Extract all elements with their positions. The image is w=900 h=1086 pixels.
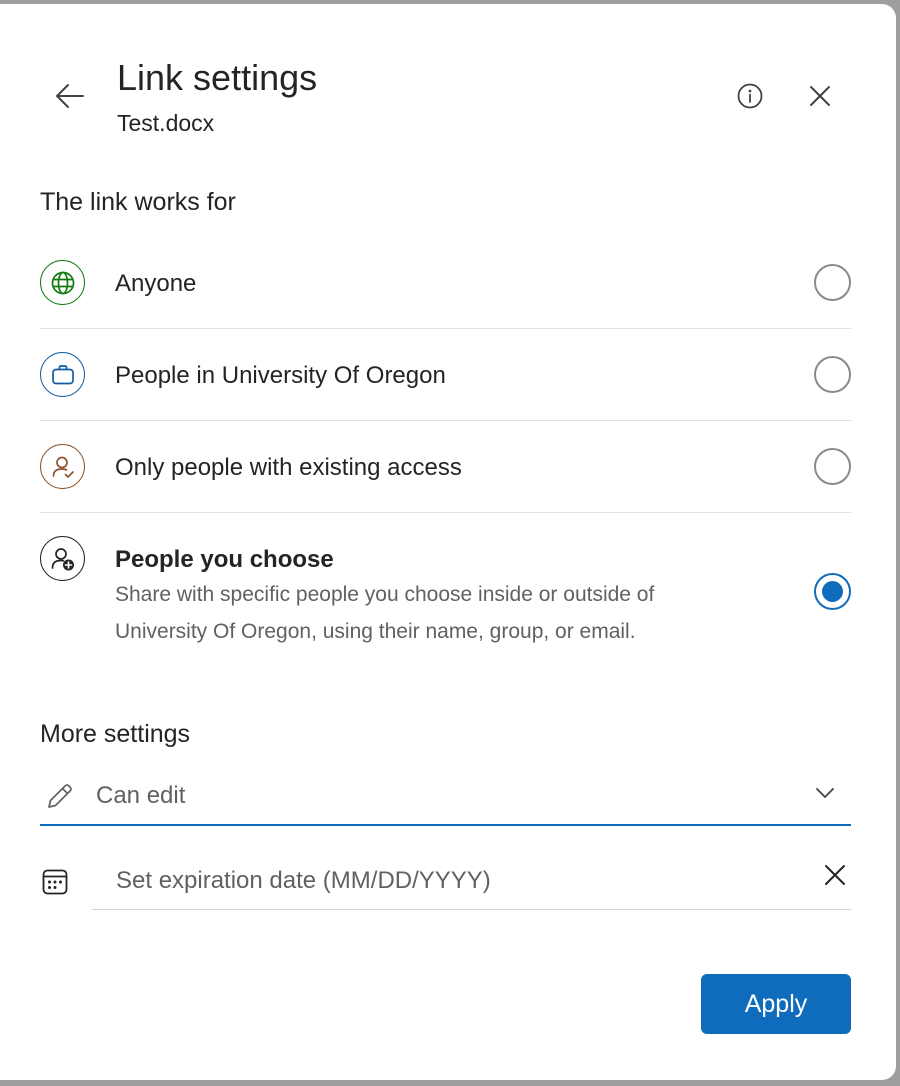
close-icon — [810, 86, 830, 106]
radio-anyone[interactable] — [814, 264, 851, 301]
option-existing-access[interactable]: Only people with existing access — [40, 440, 851, 492]
clear-expiration-button[interactable] — [816, 856, 854, 894]
info-icon — [737, 83, 763, 109]
option-description: Share with specific people you choose in… — [115, 583, 655, 643]
dismiss-icon — [825, 865, 845, 885]
chevron-down-icon — [814, 786, 836, 805]
radio-specific-people[interactable] — [814, 573, 851, 610]
option-people-in-organization[interactable]: People in University Of Oregon — [40, 348, 851, 400]
page-title: Link settings — [117, 57, 318, 98]
close-button[interactable] — [800, 76, 840, 116]
arrow-left-icon — [56, 84, 84, 108]
info-button[interactable] — [730, 76, 770, 116]
globe-icon — [40, 260, 85, 305]
permission-value: Can edit — [96, 782, 186, 809]
option-label: People in University Of Oregon — [115, 362, 446, 389]
radio-existing-access[interactable] — [814, 448, 851, 485]
divider — [40, 420, 851, 421]
more-settings-label: More settings — [40, 720, 191, 748]
option-label: Anyone — [115, 270, 197, 297]
pencil-icon — [45, 781, 75, 816]
link-settings-dialog: Link settings Test.docx The link works f… — [0, 4, 896, 1080]
option-specific-people[interactable]: People you choose Share with specific pe… — [40, 536, 851, 656]
back-button[interactable] — [50, 76, 90, 116]
divider — [40, 512, 851, 513]
audience-section-label: The link works for — [40, 188, 236, 216]
permission-dropdown[interactable]: Can edit — [40, 768, 851, 826]
option-label: People you choose — [115, 546, 334, 573]
file-name: Test.docx — [117, 110, 215, 136]
apply-button[interactable]: Apply — [701, 974, 851, 1034]
calendar-icon — [41, 868, 69, 901]
radio-people-in-organization[interactable] — [814, 356, 851, 393]
option-label: Only people with existing access — [115, 454, 462, 481]
expiration-date-input[interactable] — [92, 852, 851, 910]
option-anyone[interactable]: Anyone — [40, 256, 851, 308]
person-check-icon — [40, 444, 85, 489]
briefcase-icon — [40, 352, 85, 397]
divider — [40, 328, 851, 329]
person-add-icon — [40, 536, 85, 581]
